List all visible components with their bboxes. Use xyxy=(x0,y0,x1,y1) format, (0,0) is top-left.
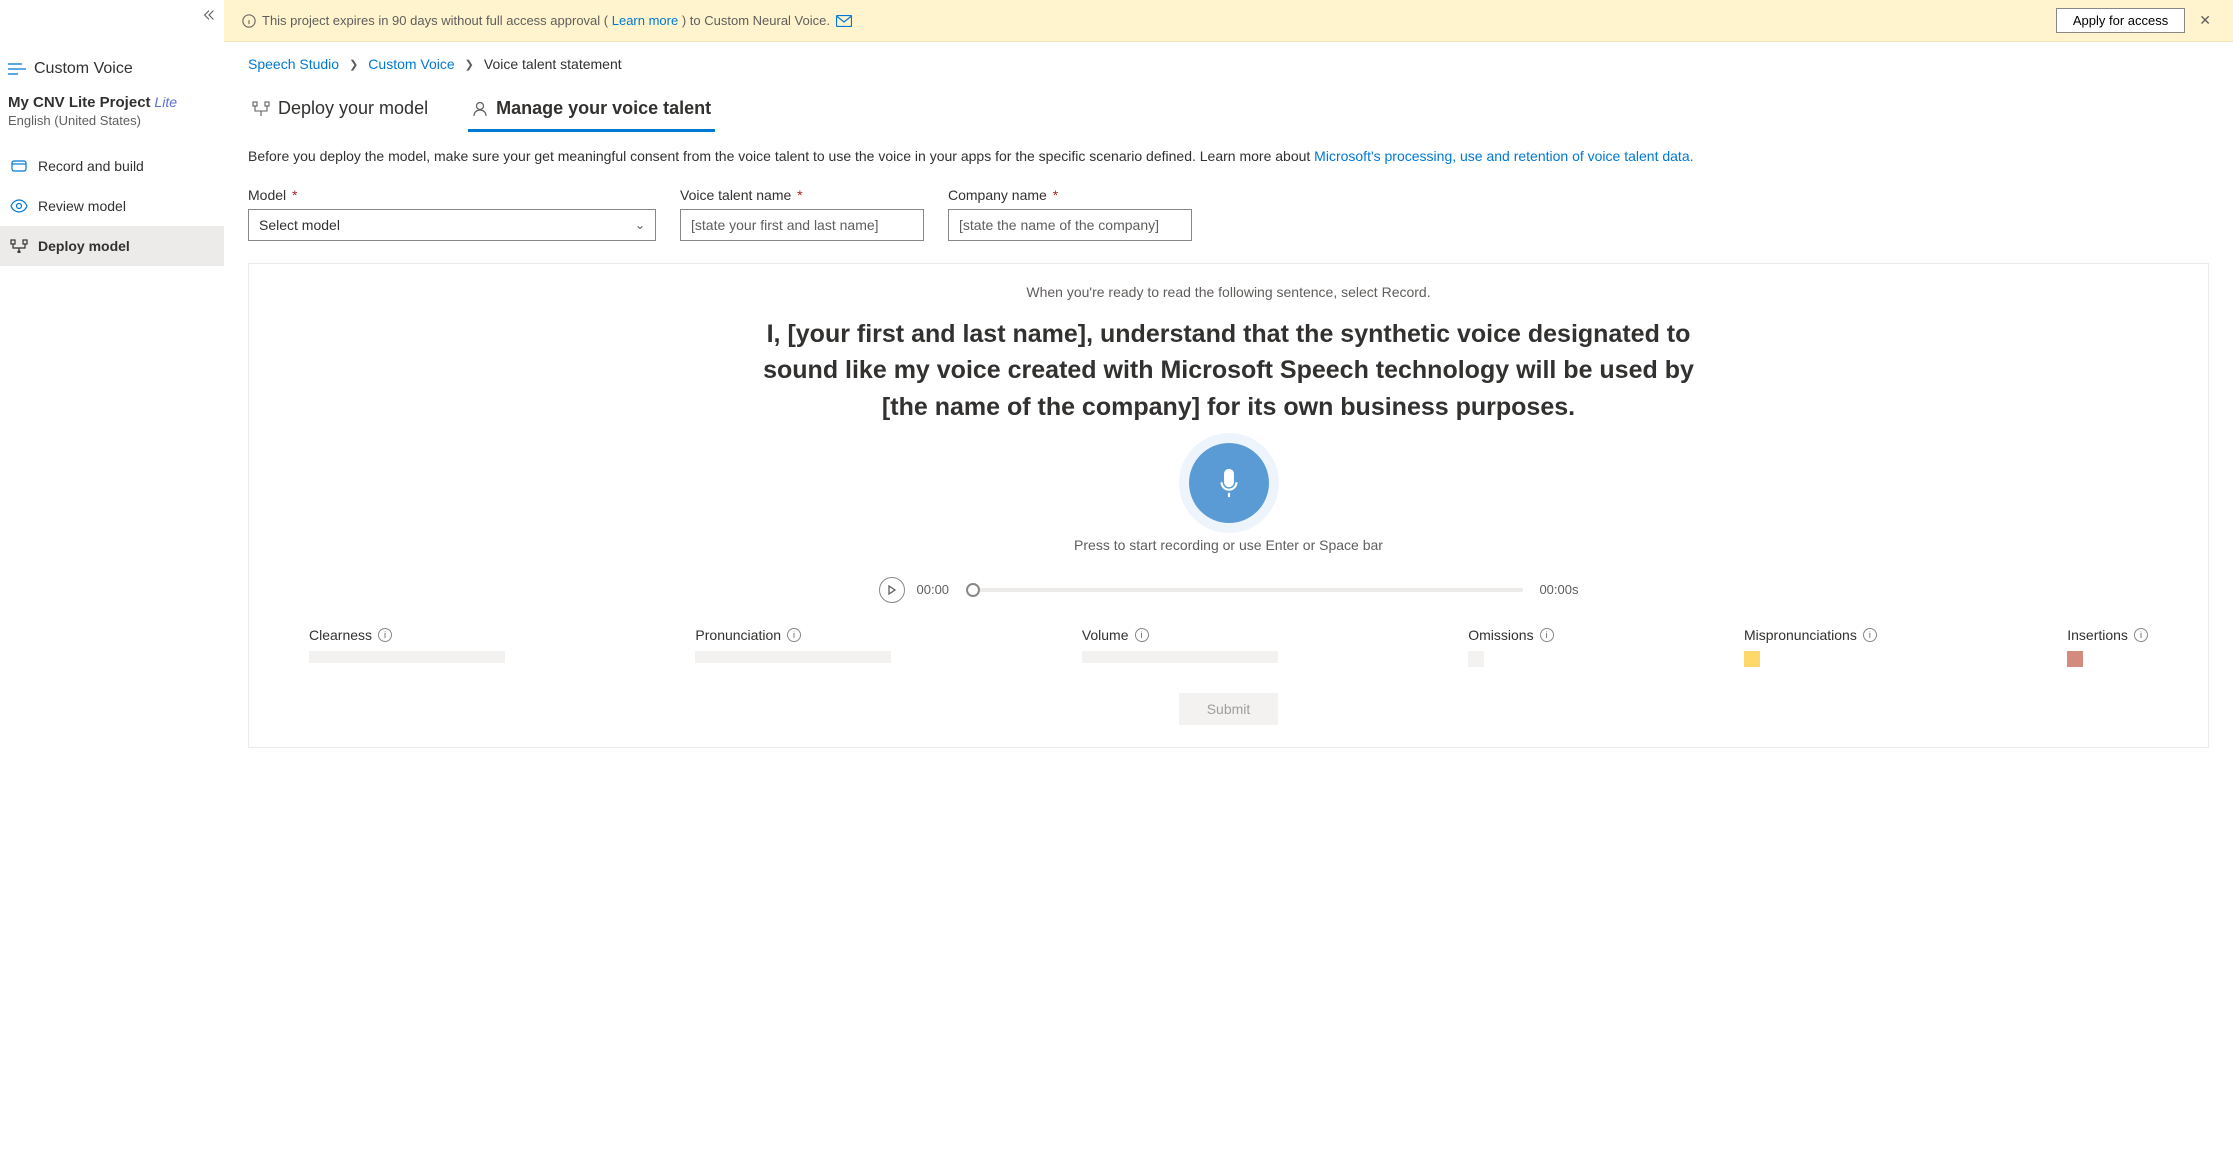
person-icon xyxy=(472,101,488,117)
metric-pronunciation-label: Pronunciationi xyxy=(695,627,891,643)
chevron-right-icon: ❯ xyxy=(349,58,358,71)
project-name: My CNV Lite Project xyxy=(8,94,151,111)
metric-mispronunciations-swatch xyxy=(1744,651,1760,667)
review-model-icon xyxy=(10,199,28,213)
intro-text: Before you deploy the model, make sure y… xyxy=(248,146,2209,167)
notice-banner: This project expires in 90 days without … xyxy=(224,0,2233,42)
info-icon[interactable]: i xyxy=(1540,628,1554,642)
progress-track[interactable] xyxy=(973,588,1523,592)
company-name-label: Company name * xyxy=(948,187,1192,203)
deploy-icon xyxy=(252,101,270,117)
metric-insertions-swatch xyxy=(2067,651,2083,667)
model-select[interactable]: Select model ⌄ xyxy=(248,209,656,241)
project-badge: Lite xyxy=(154,94,177,110)
model-select-value: Select model xyxy=(259,217,340,233)
breadcrumb-current: Voice talent statement xyxy=(484,56,622,72)
model-label: Model * xyxy=(248,187,656,203)
nav-label: Deploy model xyxy=(38,238,130,254)
chevron-right-icon: ❯ xyxy=(465,58,474,71)
talent-name-input[interactable] xyxy=(680,209,924,241)
time-current: 00:00 xyxy=(917,582,961,597)
breadcrumb: Speech Studio ❯ Custom Voice ❯ Voice tal… xyxy=(248,56,2209,72)
metric-clearness-label: Clearnessi xyxy=(309,627,505,643)
record-button[interactable] xyxy=(1189,443,1269,523)
metric-volume-label: Volumei xyxy=(1082,627,1278,643)
info-icon[interactable]: i xyxy=(2134,628,2148,642)
info-icon xyxy=(242,14,256,28)
breadcrumb-root[interactable]: Speech Studio xyxy=(248,56,339,72)
sidebar-item-record-build[interactable]: Record and build xyxy=(0,146,224,186)
metric-insertions-label: Insertionsi xyxy=(2067,627,2148,643)
sidebar-title: Custom Voice xyxy=(34,60,133,78)
consent-statement: I, [your first and last name], understan… xyxy=(749,316,1709,425)
mail-icon[interactable] xyxy=(836,15,852,27)
info-icon[interactable]: i xyxy=(1135,628,1149,642)
project-header: My CNV Lite Project Lite English (United… xyxy=(0,82,224,146)
metric-pronunciation-bar xyxy=(695,651,891,663)
metric-clearness-bar xyxy=(309,651,505,663)
info-icon[interactable]: i xyxy=(787,628,801,642)
intro-link[interactable]: Microsoft's processing, use and retentio… xyxy=(1314,148,1693,164)
recording-panel: When you're ready to read the following … xyxy=(248,263,2209,748)
metric-omissions-swatch xyxy=(1468,651,1484,667)
panel-ready-text: When you're ready to read the following … xyxy=(299,284,2158,300)
close-icon[interactable]: ✕ xyxy=(2195,12,2215,29)
metric-omissions-label: Omissionsi xyxy=(1468,627,1553,643)
progress-thumb[interactable] xyxy=(966,583,980,597)
tab-label: Deploy your model xyxy=(278,98,428,119)
time-total: 00:00s xyxy=(1535,582,1579,597)
banner-text: ) to Custom Neural Voice. xyxy=(682,13,830,28)
info-icon[interactable]: i xyxy=(1863,628,1877,642)
project-language: English (United States) xyxy=(8,113,216,128)
talent-name-label: Voice talent name * xyxy=(680,187,924,203)
collapse-sidebar-icon[interactable] xyxy=(202,8,216,22)
breadcrumb-custom-voice[interactable]: Custom Voice xyxy=(368,56,454,72)
tab-label: Manage your voice talent xyxy=(496,98,711,119)
sidebar-item-review-model[interactable]: Review model xyxy=(0,186,224,226)
info-icon[interactable]: i xyxy=(378,628,392,642)
record-hint: Press to start recording or use Enter or… xyxy=(1074,537,1383,553)
submit-button[interactable]: Submit xyxy=(1179,693,1279,725)
apply-for-access-button[interactable]: Apply for access xyxy=(2056,8,2185,33)
metric-mispronunciations-label: Mispronunciationsi xyxy=(1744,627,1877,643)
banner-learn-more-link[interactable]: Learn more xyxy=(612,13,678,28)
deploy-model-icon xyxy=(10,239,28,253)
tab-deploy-model[interactable]: Deploy your model xyxy=(248,90,432,132)
custom-voice-icon xyxy=(8,62,26,76)
nav-label: Review model xyxy=(38,198,126,214)
nav-label: Record and build xyxy=(38,158,144,174)
play-button[interactable] xyxy=(879,577,905,603)
company-name-input[interactable] xyxy=(948,209,1192,241)
banner-text: This project expires in 90 days without … xyxy=(262,13,608,28)
sidebar-item-deploy-model[interactable]: Deploy model xyxy=(0,226,224,266)
record-build-icon xyxy=(10,158,28,174)
chevron-down-icon: ⌄ xyxy=(635,218,645,232)
tab-manage-voice-talent[interactable]: Manage your voice talent xyxy=(468,90,715,132)
main: This project expires in 90 days without … xyxy=(224,0,2233,1174)
metric-volume-bar xyxy=(1082,651,1278,663)
sidebar: Custom Voice My CNV Lite Project Lite En… xyxy=(0,0,224,1174)
